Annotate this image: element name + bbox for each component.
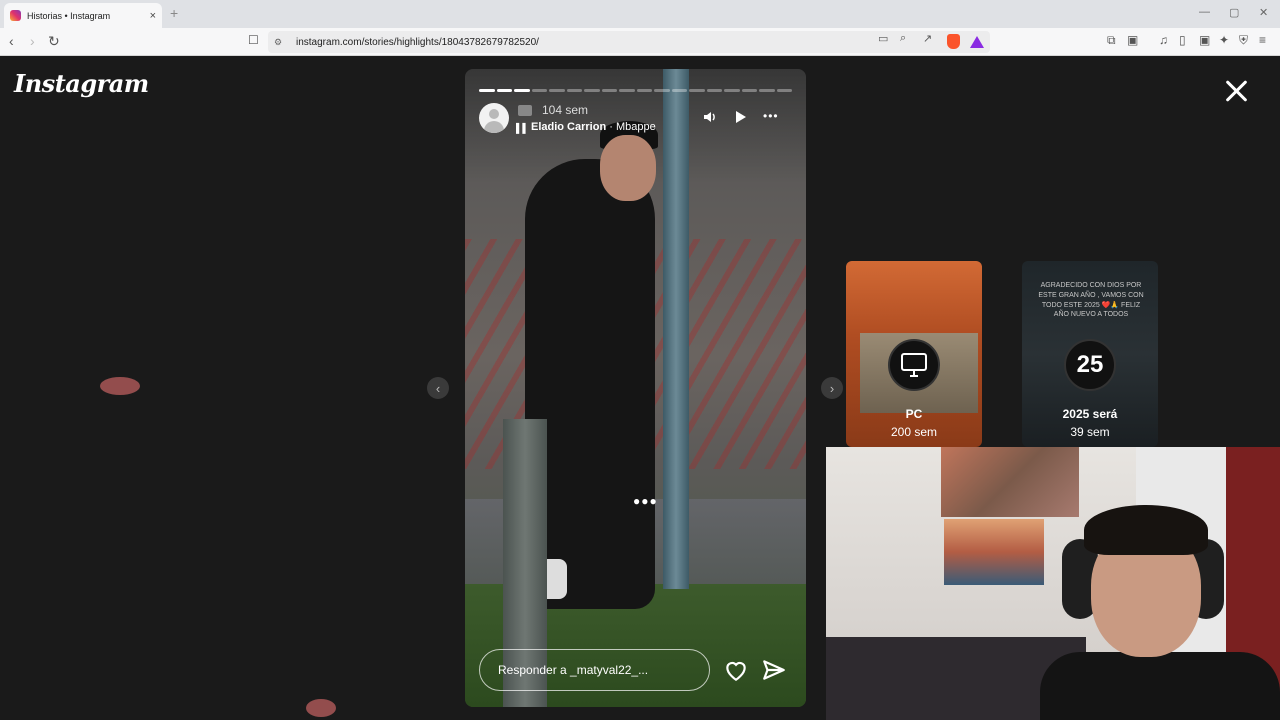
song-title: Mbappe xyxy=(615,121,656,133)
progress-segment xyxy=(636,89,652,92)
tab-search-icon[interactable]: ▣ xyxy=(1199,33,1210,47)
reload-icon[interactable]: ↻ xyxy=(48,33,60,50)
progress-segment xyxy=(654,89,670,92)
progress-segment xyxy=(549,89,565,92)
brave-shields-icon[interactable] xyxy=(947,34,960,49)
tab-title: Historias • Instagram xyxy=(27,10,111,21)
song-separator: · xyxy=(606,121,616,133)
reply-placeholder: Responder a _matyval22_... xyxy=(498,663,649,677)
song-artist: Eladio Carrion xyxy=(531,121,607,133)
reaction-hand-icon xyxy=(100,377,140,395)
progress-segment xyxy=(706,89,722,92)
media-icon[interactable]: ♫ xyxy=(1159,33,1168,47)
vpn-icon[interactable]: ⛨ xyxy=(1239,33,1248,48)
minimize-icon[interactable]: — xyxy=(1199,6,1210,18)
webcam-poster xyxy=(944,519,1044,585)
more-options-icon[interactable]: ••• xyxy=(763,109,779,123)
street-pole xyxy=(663,69,689,589)
webcam-person-body xyxy=(1040,652,1280,720)
progress-segment xyxy=(759,89,775,92)
brave-rewards-icon[interactable] xyxy=(970,36,984,48)
tab-close-icon[interactable]: × xyxy=(150,10,156,22)
maximize-icon[interactable]: ▢ xyxy=(1229,6,1239,19)
webcam-overlay xyxy=(826,447,1280,720)
progress-segment xyxy=(479,89,495,92)
leo-ai-icon[interactable]: ✦ xyxy=(1219,33,1229,47)
sidebar-icon[interactable]: ▯ xyxy=(1179,33,1186,47)
progress-segment xyxy=(619,89,635,92)
site-settings-icon[interactable]: ⚙ xyxy=(274,37,288,48)
reply-input[interactable]: Responder a _matyval22_... xyxy=(479,649,710,691)
highlight-cover-number: 25 xyxy=(1076,351,1104,378)
cast-icon[interactable]: ▭ xyxy=(878,32,888,45)
loading-dots-icon: ●●● xyxy=(633,494,658,508)
new-tab-button[interactable]: + xyxy=(170,5,178,21)
highlight-cover: 25 xyxy=(1064,339,1116,391)
progress-segment xyxy=(741,89,757,92)
progress-segment xyxy=(601,89,617,92)
progress-segment xyxy=(566,89,582,92)
instagram-favicon-icon xyxy=(10,10,21,21)
bookmark-icon[interactable]: ☐ xyxy=(248,33,259,47)
tab-strip: Historias • Instagram × + — ▢ ✕ xyxy=(0,0,1280,28)
progress-segment xyxy=(689,89,705,92)
previous-story-button[interactable]: ‹ xyxy=(427,377,449,399)
progress-segment xyxy=(671,89,687,92)
progress-segment xyxy=(514,89,530,92)
highlight-name: 2025 será xyxy=(1062,407,1118,421)
audio-wave-icon: ▌▌ xyxy=(516,123,529,133)
reaction-hand-icon xyxy=(306,699,336,717)
extensions-icon[interactable]: ⧉ xyxy=(1107,33,1116,48)
back-icon[interactable]: ‹ xyxy=(9,33,14,49)
progress-segment xyxy=(776,89,792,92)
story-progress-bar xyxy=(479,89,792,92)
webcam-person-hair xyxy=(1084,505,1208,555)
story-timestamp: 104 sem xyxy=(542,103,589,117)
url-text[interactable]: instagram.com/stories/highlights/1804378… xyxy=(296,37,539,48)
share-icon[interactable]: ↗ xyxy=(923,32,932,45)
instagram-logo[interactable]: Instagram xyxy=(14,69,149,98)
progress-segment xyxy=(496,89,512,92)
next-story-button[interactable]: › xyxy=(821,377,843,399)
highlight-preview-pc[interactable]: PC 200 sem xyxy=(846,261,982,447)
highlight-preview-2025[interactable]: Agradecido con Dios por este gran año , … xyxy=(1022,261,1158,447)
story-person-head xyxy=(600,135,656,201)
progress-segment xyxy=(531,89,547,92)
like-heart-icon[interactable] xyxy=(723,657,749,683)
highlight-age: 39 sem xyxy=(1070,425,1110,439)
pc-highlight-icon xyxy=(888,339,940,391)
highlight-age: 200 sem xyxy=(890,425,938,439)
browser-toolbar: ‹ › ↻ ☐ ⚙ instagram.com/stories/highligh… xyxy=(0,28,1280,56)
highlight-cover-icon xyxy=(518,105,532,116)
highlight-caption: Agradecido con Dios por este gran año , … xyxy=(1038,282,1144,319)
menu-icon[interactable]: ≡ xyxy=(1259,33,1266,47)
window-close-icon[interactable]: ✕ xyxy=(1259,6,1268,19)
story-card[interactable]: 104 sem ▌▌ Eladio Carrion · Mbappe ••• ●… xyxy=(465,69,806,707)
play-icon[interactable] xyxy=(732,109,748,125)
forward-icon[interactable]: › xyxy=(30,33,35,49)
highlight-name: PC xyxy=(905,407,923,421)
avatar[interactable] xyxy=(479,103,509,133)
webcam-poster xyxy=(941,447,1079,517)
song-info[interactable]: Eladio Carrion · Mbappe xyxy=(531,121,656,133)
wallet-icon[interactable]: ▣ xyxy=(1127,33,1138,47)
story-viewer: Instagram ‹ › 104 sem ▌▌ Eladio Carrion … xyxy=(0,57,1280,720)
progress-segment xyxy=(584,89,600,92)
browser-tab[interactable]: Historias • Instagram × xyxy=(4,3,162,28)
progress-segment xyxy=(724,89,740,92)
zoom-icon[interactable]: ⌕ xyxy=(900,32,906,45)
volume-icon[interactable] xyxy=(702,109,718,125)
close-story-icon[interactable] xyxy=(1222,77,1250,105)
send-icon[interactable] xyxy=(761,657,787,683)
